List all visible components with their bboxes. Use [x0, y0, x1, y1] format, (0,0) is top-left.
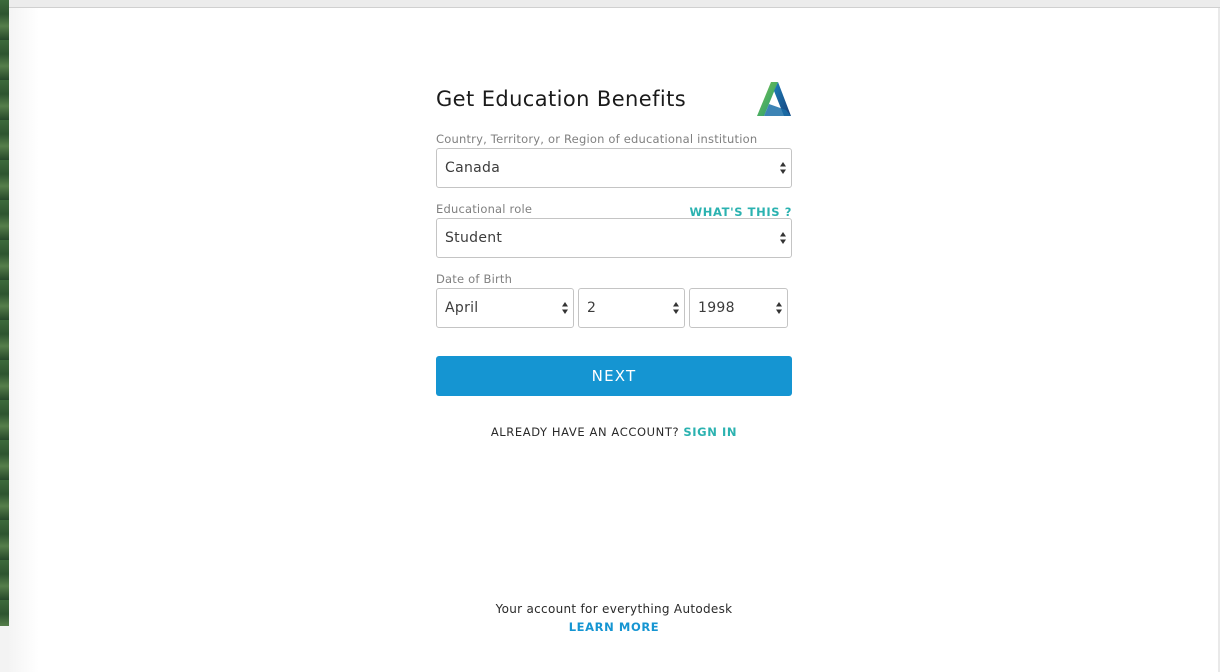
country-select[interactable]: Canada	[436, 148, 792, 188]
dob-year-select[interactable]: 1998	[689, 288, 788, 328]
dob-year-value: 1998	[698, 300, 735, 316]
next-button[interactable]: NEXT	[436, 356, 792, 396]
learn-more-link[interactable]: LEARN MORE	[569, 620, 660, 634]
footer: Your account for everything Autodesk LEA…	[436, 602, 792, 635]
role-select[interactable]: Student	[436, 218, 792, 258]
dob-day-select[interactable]: 2	[578, 288, 685, 328]
background-strip	[0, 0, 9, 672]
sign-in-link[interactable]: SIGN IN	[683, 425, 737, 439]
dob-month-value: April	[445, 300, 479, 316]
page-title: Get Education Benefits	[436, 87, 687, 111]
whats-this-link[interactable]: WHAT'S THIS ?	[690, 205, 792, 219]
select-arrows-icon	[776, 302, 782, 314]
role-label: Educational role	[436, 202, 533, 216]
modal-edge	[9, 8, 39, 672]
account-prompt: ALREADY HAVE AN ACCOUNT?	[490, 425, 680, 439]
footer-text: Your account for everything Autodesk	[495, 602, 733, 616]
select-arrows-icon	[780, 162, 786, 174]
select-arrows-icon	[673, 302, 679, 314]
autodesk-logo-icon	[757, 82, 791, 116]
country-select-value: Canada	[445, 160, 501, 176]
top-bar	[9, 0, 1220, 8]
page: Get Education Benefits Country, Territor…	[0, 0, 1220, 672]
select-arrows-icon	[780, 232, 786, 244]
dob-label: Date of Birth	[436, 272, 513, 286]
background-strip-lower	[0, 626, 9, 672]
country-label: Country, Territory, or Region of educati…	[436, 132, 758, 146]
role-select-value: Student	[445, 230, 503, 246]
select-arrows-icon	[562, 302, 568, 314]
dob-month-select[interactable]: April	[436, 288, 574, 328]
sign-in-row: ALREADY HAVE AN ACCOUNT? SIGN IN	[436, 425, 792, 439]
dob-day-value: 2	[587, 300, 597, 316]
